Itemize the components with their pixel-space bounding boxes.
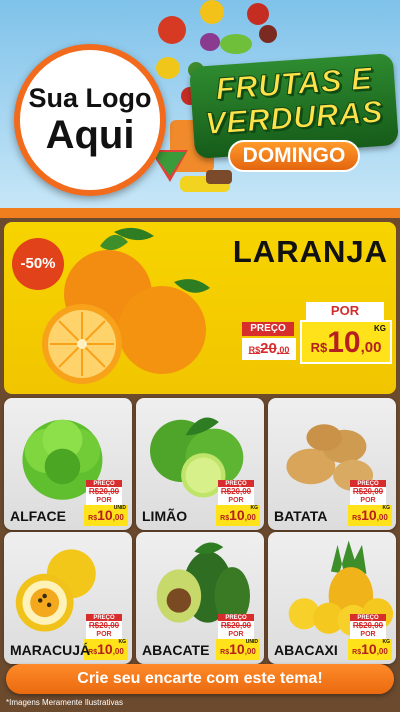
product-card: PREÇO R$20,00 POR R$10,00 KG LIMÃO xyxy=(136,398,264,530)
por-label: POR xyxy=(350,496,386,505)
header-banner: Sua Logo Aqui FRUTAS E VERDURAS DOMINGO xyxy=(0,0,400,208)
old-price: R$20,00 xyxy=(218,487,254,496)
por-label: POR xyxy=(86,630,122,639)
por-label: POR xyxy=(218,496,254,505)
product-card: PREÇO R$20,00 POR R$10,00 UNID ABACATE xyxy=(136,532,264,664)
logo-text-line1: Sua Logo xyxy=(28,83,152,113)
old-price: R$20,00 xyxy=(350,621,386,630)
logo-placeholder: Sua Logo Aqui xyxy=(14,44,166,196)
old-price: R$20,00 xyxy=(86,621,122,630)
por-label: POR xyxy=(306,302,384,320)
product-name: ABACAXI xyxy=(274,642,338,658)
new-price: R$10,00 KG xyxy=(300,320,392,364)
logo-text-line2: Aqui xyxy=(45,113,135,157)
day-badge: DOMINGO xyxy=(228,140,360,172)
product-card: PREÇO R$20,00 POR R$10,00 KG BATATA xyxy=(268,398,396,530)
product-card: PREÇO R$20,00 POR R$10,00 UNID ALFACE xyxy=(4,398,132,530)
new-price: R$10,00 KG xyxy=(348,639,392,660)
featured-product-card: -50% LARANJA POR PREÇO R$20,00 R$10,00 KG xyxy=(4,222,396,394)
por-label: POR xyxy=(218,630,254,639)
discount-badge: -50% xyxy=(12,238,64,290)
product-card: PREÇO R$20,00 POR R$10,00 KG ABACAXI xyxy=(268,532,396,664)
old-price: R$20,00 xyxy=(218,621,254,630)
product-name: LIMÃO xyxy=(142,508,188,524)
old-price: R$20,00 xyxy=(350,487,386,496)
por-label: POR xyxy=(350,630,386,639)
product-name: MARACUJÁ xyxy=(10,642,91,658)
old-price: R$20,00 xyxy=(86,487,122,496)
product-name: ALFACE xyxy=(10,508,66,524)
theme-title: FRUTAS E VERDURAS DOMINGO xyxy=(189,52,399,176)
create-flyer-button[interactable]: Crie seu encarte com este tema! xyxy=(6,664,394,694)
new-price: R$10,00 KG xyxy=(84,639,128,660)
old-price: R$20,00 xyxy=(242,338,296,360)
product-card: PREÇO R$20,00 POR R$10,00 KG MARACUJÁ xyxy=(4,532,132,664)
new-price: R$10,00 UNID xyxy=(216,639,260,660)
footnote: *Imagens Meramente Ilustrativas xyxy=(6,698,123,707)
preco-label: PREÇO xyxy=(242,322,294,336)
product-name: BATATA xyxy=(274,508,328,524)
por-label: POR xyxy=(86,496,122,505)
new-price: R$10,00 UNID xyxy=(84,505,128,526)
product-name: ABACATE xyxy=(142,642,210,658)
accent-strip xyxy=(0,208,400,218)
featured-product-name: LARANJA xyxy=(232,234,388,269)
new-price: R$10,00 KG xyxy=(216,505,260,526)
new-price: R$10,00 KG xyxy=(348,505,392,526)
